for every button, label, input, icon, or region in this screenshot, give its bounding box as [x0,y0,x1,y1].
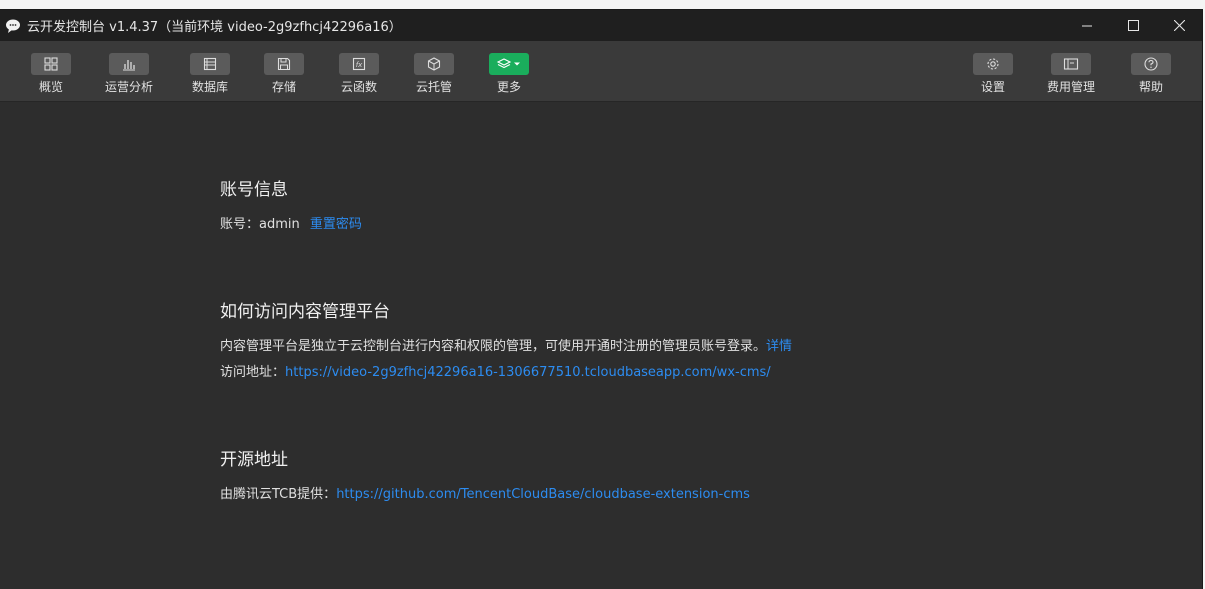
main-toolbar: 概览 运营分析 数据库 存储 fx 云函数 云托管 更多 设置 费用管理 帮助 [0,41,1202,102]
minimize-icon [1082,25,1092,26]
toolbar-label: 数据库 [191,80,228,94]
cms-description-row: 内容管理平台是独立于云控制台进行内容和权限的管理，可使用开通时注册的管理员账号登… [220,335,792,354]
toolbar-label: 运营分析 [105,80,154,94]
window-title: 云开发控制台 v1.4.37（当前环境 video-2g9zfhcj42296a… [27,20,402,35]
opensource-row: 由腾讯云TCB提供：https://github.com/TencentClou… [220,483,750,502]
save-icon [264,53,304,75]
cms-url-row: 访问地址：https://video-2g9zfhcj42296a16-1306… [220,361,771,380]
details-link[interactable]: 详情 [766,339,792,354]
window-controls [1064,10,1202,41]
toolbar-settings[interactable]: 设置 [973,53,1013,95]
app-window: 云开发控制台 v1.4.37（当前环境 video-2g9zfhcj42296a… [0,10,1202,589]
toolbar-more[interactable]: 更多 [489,53,529,95]
cube-icon [414,53,454,75]
toolbar-overview[interactable]: 概览 [31,53,71,95]
toolbar-storage[interactable]: 存储 [264,53,304,95]
url-label: 访问地址： [220,365,286,380]
reset-password-link[interactable]: 重置密码 [310,217,362,232]
maximize-icon [1127,20,1139,31]
close-button[interactable] [1156,10,1202,41]
chat-bubble-icon [5,18,21,34]
toolbar-label: 帮助 [1138,80,1163,94]
toolbar-label: 云托管 [415,80,452,94]
title-bar: 云开发控制台 v1.4.37（当前环境 video-2g9zfhcj42296a… [0,10,1202,41]
opensource-heading: 开源地址 [220,450,288,470]
function-icon: fx [339,53,379,75]
opensource-label: 由腾讯云TCB提供： [220,487,337,502]
cms-heading: 如何访问内容管理平台 [220,302,390,322]
account-username: admin [259,217,300,232]
gear-icon [973,53,1013,75]
toolbar-help[interactable]: 帮助 [1131,53,1171,95]
svg-text:fx: fx [356,61,363,69]
account-label: 账号： [220,217,260,232]
database-icon [190,53,230,75]
toolbar-functions[interactable]: fx 云函数 [339,53,379,95]
account-heading: 账号信息 [220,180,288,200]
toolbar-label: 更多 [496,80,521,94]
cms-url-link[interactable]: https://video-2g9zfhcj42296a16-130667751… [285,365,771,380]
toolbar-label: 设置 [980,80,1005,94]
toolbar-label: 存储 [271,80,296,94]
toolbar-label: 费用管理 [1047,80,1096,94]
main-content: 账号信息 账号：admin 重置密码 如何访问内容管理平台 内容管理平台是独立于… [0,102,1202,589]
toolbar-cloud-hosting[interactable]: 云托管 [414,53,454,95]
toolbar-analytics[interactable]: 运营分析 [105,53,153,95]
account-row: 账号：admin 重置密码 [220,213,362,232]
toolbar-label: 云函数 [340,80,377,94]
maximize-button[interactable] [1110,10,1156,41]
grid-icon [31,53,71,75]
close-icon [1173,20,1185,31]
toolbar-billing[interactable]: 费用管理 [1047,53,1095,95]
bar-chart-icon [109,53,149,75]
cms-description: 内容管理平台是独立于云控制台进行内容和权限的管理，可使用开通时注册的管理员账号登… [220,339,767,354]
minimize-button[interactable] [1064,10,1110,41]
help-icon [1131,53,1171,75]
layers-dropdown-icon [489,53,529,75]
billing-icon [1051,53,1091,75]
github-link[interactable]: https://github.com/TencentCloudBase/clou… [336,487,750,502]
toolbar-label: 概览 [38,80,63,94]
toolbar-database[interactable]: 数据库 [190,53,230,95]
